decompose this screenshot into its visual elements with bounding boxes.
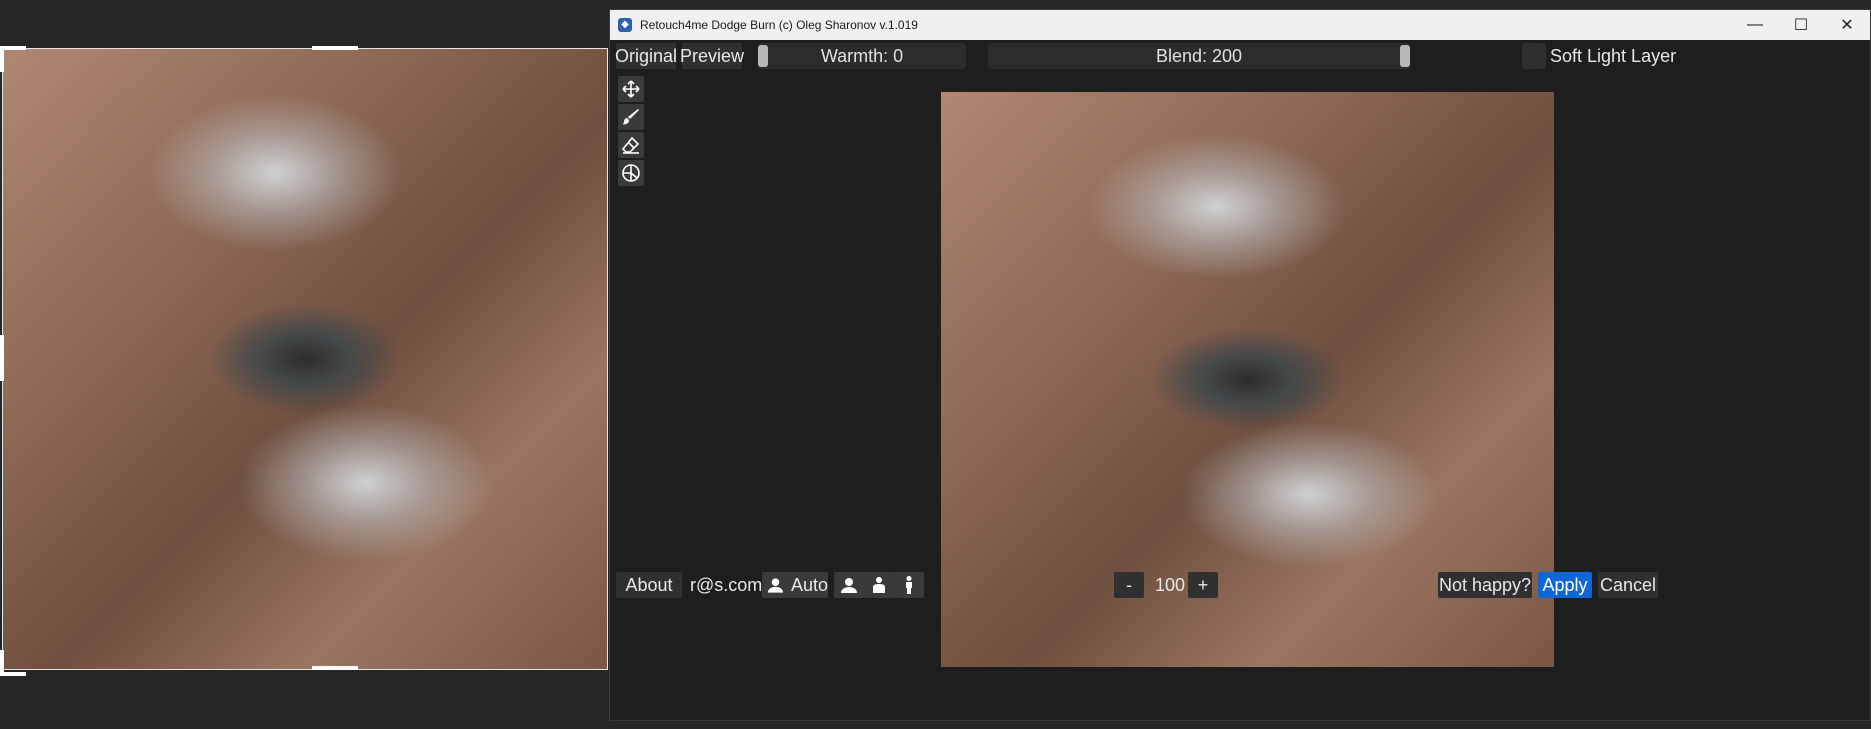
blend-slider[interactable]: Blend: 200 <box>988 43 1410 69</box>
zoom-in-button[interactable]: + <box>1188 572 1218 598</box>
full-body-person-icon <box>906 576 912 594</box>
warmth-slider[interactable]: Warmth: 0 <box>758 43 966 69</box>
window-title: Retouch4me Dodge Burn (c) Oleg Sharonov … <box>640 18 918 32</box>
mask-tool-button[interactable] <box>618 160 644 186</box>
preview-button[interactable]: Preview <box>680 43 744 69</box>
transform-corner-top-left[interactable] <box>0 46 26 72</box>
mask-icon <box>622 164 640 182</box>
host-canvas-image <box>2 48 608 670</box>
maximize-button[interactable]: ☐ <box>1778 10 1824 40</box>
half-body-mode-button[interactable] <box>864 572 894 598</box>
cancel-button[interactable]: Cancel <box>1598 572 1658 598</box>
portrait-person-icon <box>841 578 857 593</box>
title-bar: ◆ Retouch4me Dodge Burn (c) Oleg Sharono… <box>610 10 1870 40</box>
auto-mode-button[interactable]: Auto <box>762 572 828 598</box>
transform-handle-top[interactable] <box>312 46 358 50</box>
eraser-icon <box>621 136 640 154</box>
full-body-mode-button[interactable] <box>894 572 924 598</box>
brush-tool-button[interactable] <box>618 104 644 130</box>
transform-corner-bottom-left[interactable] <box>0 650 26 676</box>
portrait-mode-button[interactable] <box>834 572 864 598</box>
dodge-burn-dialog: ◆ Retouch4me Dodge Burn (c) Oleg Sharono… <box>609 9 1871 721</box>
eraser-tool-button[interactable] <box>618 132 644 158</box>
account-email: r@s.com <box>690 575 763 595</box>
minimize-button[interactable]: — <box>1732 10 1778 40</box>
move-icon <box>622 80 640 98</box>
blend-label: Blend: 200 <box>1155 45 1243 66</box>
not-happy-button[interactable]: Not happy? <box>1438 572 1532 598</box>
close-button[interactable]: ✕ <box>1824 10 1870 40</box>
about-button[interactable]: About <box>616 572 682 598</box>
zoom-out-button[interactable]: - <box>1114 572 1144 598</box>
brush-icon <box>622 109 639 125</box>
transform-handle-left[interactable] <box>0 335 4 381</box>
warmth-label: Warmth: 0 <box>820 45 904 66</box>
move-tool-button[interactable] <box>618 76 644 102</box>
app-logo-icon: ◆ <box>618 18 632 32</box>
apply-button[interactable]: Apply <box>1538 572 1592 598</box>
transform-handle-bottom[interactable] <box>312 666 358 670</box>
auto-mode-label: Auto <box>790 574 828 595</box>
soft-light-layer-label: Soft Light Layer <box>1550 46 1677 66</box>
original-button[interactable]: Original <box>615 43 677 69</box>
zoom-value: 100 <box>1154 575 1186 595</box>
face-person-icon <box>767 578 784 593</box>
blend-slider-handle[interactable] <box>1400 45 1410 67</box>
half-body-person-icon <box>873 577 885 593</box>
soft-light-layer-checkbox[interactable] <box>1522 43 1546 69</box>
warmth-slider-handle[interactable] <box>758 45 768 67</box>
